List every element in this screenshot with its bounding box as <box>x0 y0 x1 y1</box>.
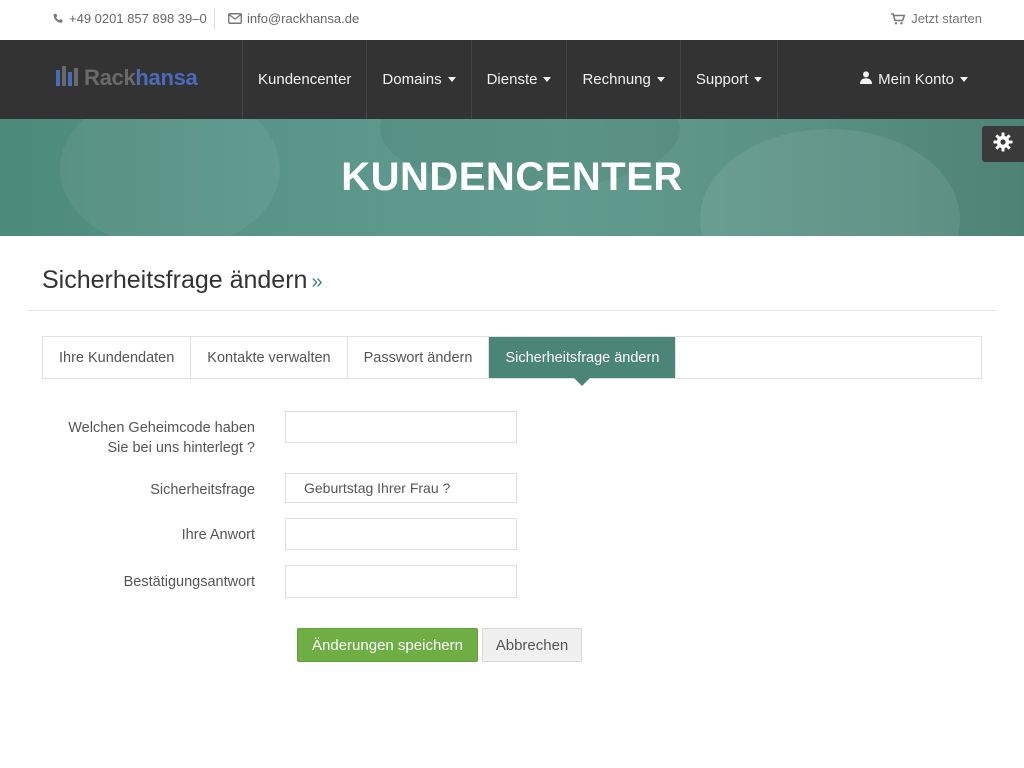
caret-down-icon <box>543 77 552 82</box>
caret-down-icon <box>656 77 665 82</box>
phone-number: +49 0201 857 898 39–0 <box>69 11 207 26</box>
nav-label: Kundencenter <box>258 71 352 88</box>
main-navbar: Rackhansa Kundencenter Domains Dienste R… <box>0 40 1024 119</box>
caret-down-icon <box>960 77 968 82</box>
save-changes-button[interactable]: Änderungen speichern <box>297 628 478 662</box>
nav-menu: Kundencenter Domains Dienste Rechnung Su… <box>242 40 779 119</box>
caret-down-icon <box>754 77 763 82</box>
tab-passwort-aendern[interactable]: Passwort ändern <box>347 337 490 378</box>
envelope-icon <box>228 13 242 24</box>
account-menu[interactable]: Mein Konto <box>860 40 968 119</box>
jetzt-starten-link[interactable]: Jetzt starten <box>891 11 982 26</box>
confirm-answer-label: Bestätigungsantwort <box>123 574 255 590</box>
nav-item-support[interactable]: Support <box>679 40 779 119</box>
nav-item-kundencenter[interactable]: Kundencenter <box>242 40 366 119</box>
nav-label: Rechnung <box>582 71 651 88</box>
header-divider <box>28 310 997 311</box>
jetzt-starten-label: Jetzt starten <box>911 11 982 26</box>
page-title: Sicherheitsfrage ändern» <box>42 266 323 294</box>
topbar-divider <box>214 8 215 30</box>
nav-item-rechnung[interactable]: Rechnung <box>566 40 679 119</box>
tab-label: Sicherheitsfrage ändern <box>505 349 660 366</box>
tab-kontakte-verwalten[interactable]: Kontakte verwalten <box>191 337 348 378</box>
phone-contact[interactable]: +49 0201 857 898 39–0 <box>52 11 207 26</box>
tab-label: Ihre Kundendaten <box>59 349 175 366</box>
page-banner: KUNDENCENTER <box>0 119 1024 236</box>
nav-label: Dienste <box>486 71 538 88</box>
nav-item-domains[interactable]: Domains <box>366 40 470 119</box>
top-bar: +49 0201 857 898 39–0 info@rackhansa.de … <box>0 0 1024 40</box>
tab-label: Passwort ändern <box>363 349 473 366</box>
answer-input[interactable] <box>285 518 517 550</box>
user-icon <box>860 71 873 88</box>
rackhansa-logo[interactable]: Rackhansa <box>56 65 198 91</box>
secret-code-input[interactable] <box>285 411 517 443</box>
gear-icon <box>993 132 1013 157</box>
cancel-button[interactable]: Abbrechen <box>482 628 582 662</box>
cart-icon <box>891 12 906 25</box>
caret-down-icon <box>447 77 456 82</box>
account-tabs: Ihre Kundendaten Kontakte verwalten Pass… <box>42 336 982 386</box>
security-question-label: Sicherheitsfrage <box>150 482 255 498</box>
account-label: Mein Konto <box>878 71 954 88</box>
settings-toggle[interactable] <box>982 126 1024 162</box>
answer-label: Ihre Anwort <box>181 527 255 543</box>
tab-label: Kontakte verwalten <box>207 349 331 366</box>
confirm-answer-input[interactable] <box>285 565 517 598</box>
secret-code-label: Welchen Geheimcode haben Sie bei uns hin… <box>68 420 255 456</box>
banner-title: KUNDENCENTER <box>341 155 683 199</box>
nav-item-dienste[interactable]: Dienste <box>470 40 567 119</box>
logo-bars-icon <box>56 65 78 91</box>
raquo-icon: » <box>311 271 323 293</box>
phone-icon <box>52 13 64 25</box>
nav-label: Domains <box>382 71 442 88</box>
security-question-select[interactable]: Geburtstag Ihrer Frau ? <box>285 473 517 503</box>
email-contact[interactable]: info@rackhansa.de <box>228 11 359 26</box>
email-address: info@rackhansa.de <box>247 11 360 26</box>
logo-text: Rackhansa <box>84 65 198 90</box>
tab-sicherheitsfrage-aendern[interactable]: Sicherheitsfrage ändern <box>489 337 677 386</box>
nav-label: Support <box>695 71 749 88</box>
tab-ihre-kundendaten[interactable]: Ihre Kundendaten <box>43 337 192 378</box>
